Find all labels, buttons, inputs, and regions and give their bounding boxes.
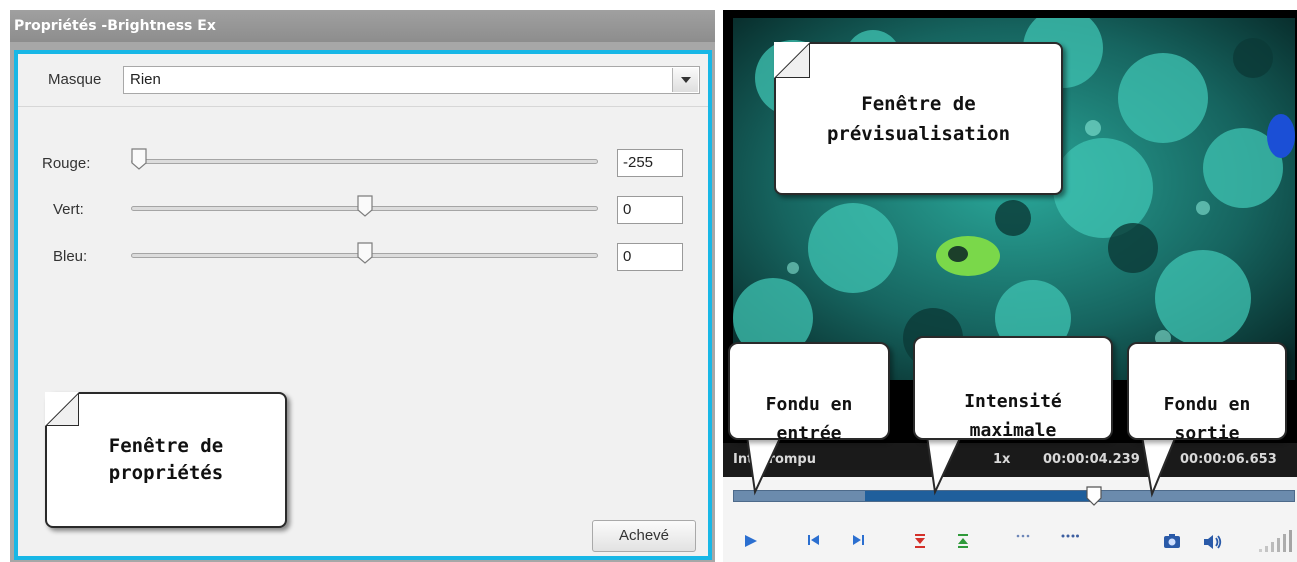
red-slider-track[interactable] <box>131 159 598 164</box>
green-value-field[interactable]: 0 <box>617 196 683 224</box>
current-time: 00:00:04.239 <box>1043 452 1140 467</box>
volume-icon[interactable] <box>1203 533 1223 551</box>
mask-value: Rien <box>130 71 161 88</box>
mask-label: Masque <box>48 71 102 88</box>
playback-status-bar: Interrompu 1x 00:00:04.239 00:00:06.653 <box>723 443 1297 477</box>
green-label: Vert: <box>53 201 84 218</box>
volume-level-bars[interactable] <box>1255 529 1295 553</box>
page-fold-icon <box>45 392 79 426</box>
properties-window-callout-text: Fenêtre de propriétés <box>108 435 224 484</box>
timeline-playhead[interactable] <box>1086 486 1102 506</box>
divider <box>18 106 708 107</box>
max-intensity-callout-tail <box>925 436 963 496</box>
max-intensity-callout-text: Intensité maximale <box>964 391 1062 441</box>
total-time: 00:00:06.653 <box>1180 452 1277 467</box>
next-frame-icon[interactable] <box>851 533 865 547</box>
blue-value-field[interactable]: 0 <box>617 243 683 271</box>
red-label: Rouge: <box>42 155 91 172</box>
blue-slider-thumb[interactable] <box>357 242 373 264</box>
snapshot-icon[interactable] <box>1163 533 1181 549</box>
dots-long-icon[interactable] <box>1061 533 1079 539</box>
timeline-bar[interactable] <box>733 490 1295 502</box>
blue-label: Bleu: <box>53 248 88 265</box>
done-button[interactable]: Achevé <box>592 520 696 552</box>
set-out-marker-icon[interactable] <box>956 533 970 549</box>
red-slider-thumb[interactable] <box>131 148 147 170</box>
properties-title: Propriétés -Brightness Ex <box>10 10 715 42</box>
fade-in-callout-text: Fondu en entrée <box>765 394 853 444</box>
dots-icon[interactable] <box>1016 533 1030 539</box>
chevron-down-icon[interactable] <box>672 68 698 92</box>
fade-out-callout: Fondu en sortie <box>1127 342 1287 444</box>
preview-window-callout: Fenêtre de prévisualisation <box>774 42 1063 195</box>
fade-out-callout-text: Fondu en sortie <box>1163 394 1251 444</box>
playback-controls <box>723 477 1297 562</box>
play-icon[interactable] <box>743 533 759 549</box>
max-intensity-callout: Intensité maximale <box>913 336 1113 441</box>
page-fold-icon <box>774 42 810 78</box>
mask-dropdown[interactable]: Rien <box>123 66 700 94</box>
previous-frame-icon[interactable] <box>807 533 821 547</box>
timeline-effect-range <box>865 491 1094 501</box>
preview-window-callout-text: Fenêtre de prévisualisation <box>826 92 1011 145</box>
set-in-marker-icon[interactable] <box>913 533 927 549</box>
properties-window-callout: Fenêtre de propriétés <box>45 392 287 528</box>
speed-text: 1x <box>993 452 1011 467</box>
fade-in-callout: Fondu en entrée <box>728 342 890 444</box>
red-value-field[interactable]: -255 <box>617 149 683 177</box>
green-slider-thumb[interactable] <box>357 195 373 217</box>
